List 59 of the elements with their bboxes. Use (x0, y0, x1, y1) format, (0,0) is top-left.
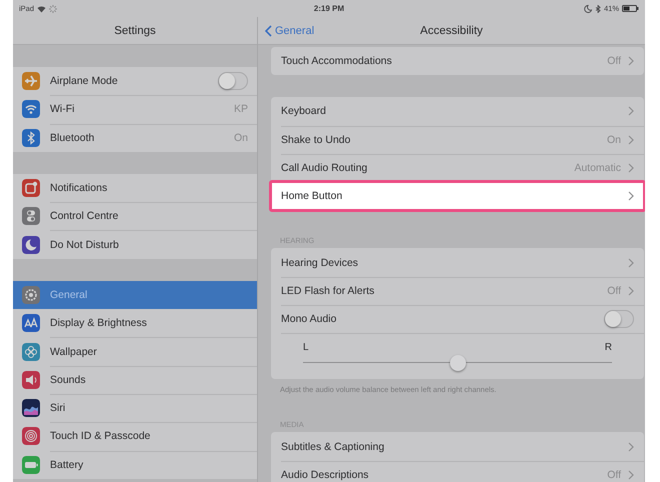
moon-icon (584, 4, 592, 12)
sidebar-item[interactable]: Wallpaper (13, 337, 257, 366)
speaker-icon (22, 370, 40, 389)
chevron-icon (627, 442, 634, 452)
nav-title: Settings (13, 17, 257, 45)
settings-row[interactable]: Keyboard (271, 97, 644, 126)
bluetooth-icon (595, 4, 601, 12)
sidebar-item[interactable]: Touch ID & Passcode (13, 422, 257, 451)
bluetooth-icon (22, 128, 40, 147)
settings-row[interactable]: Mono Audio (271, 305, 644, 334)
right-label: R (604, 342, 612, 353)
back-chevron-icon (265, 24, 272, 36)
settings-row[interactable]: Shake to Undo On (271, 126, 644, 154)
nav-title: Accessibility (420, 24, 483, 36)
settings-row[interactable]: Call Audio Routing Automatic (271, 154, 644, 182)
chevron-icon (627, 258, 634, 268)
sidebar-item[interactable]: Display & Brightness (13, 309, 257, 338)
wifi-icon (37, 4, 46, 12)
clock-time: 2:19 PM (314, 4, 344, 13)
chevron-icon (627, 191, 634, 202)
wave-icon (22, 399, 40, 418)
left-label: L (303, 342, 309, 353)
sidebar-item[interactable]: Do Not Disturb (13, 230, 257, 259)
battery-icon (622, 5, 640, 12)
battery-icon (22, 456, 40, 474)
toggle-switch[interactable] (604, 310, 634, 328)
sidebar-item[interactable]: Siri (13, 394, 257, 422)
chevron-icon (627, 286, 634, 296)
moon-icon (22, 236, 40, 254)
notification-icon (22, 179, 40, 198)
sidebar-item[interactable]: Notifications (13, 174, 257, 202)
toggle-switch[interactable] (218, 72, 248, 90)
settings-row[interactable]: Hearing Devices (271, 248, 644, 277)
flower-icon (22, 342, 40, 361)
sidebar-item[interactable]: Control Centre (13, 202, 257, 230)
chevron-icon (627, 56, 634, 66)
balance-slider[interactable] (303, 354, 612, 371)
text-size-icon (22, 314, 40, 332)
settings-row[interactable]: LED Flash for Alerts Off (271, 276, 644, 306)
settings-row[interactable]: Home Button (271, 182, 644, 210)
chevron-icon (627, 163, 634, 174)
wifi-icon (22, 100, 40, 118)
settings-row[interactable]: Subtitles & Captioning (271, 432, 644, 461)
sidebar-item[interactable]: Bluetooth On (13, 124, 257, 152)
gear-icon (22, 286, 40, 304)
activity-icon (49, 4, 58, 12)
settings-row[interactable]: Touch Accommodations Off (271, 47, 644, 76)
sidebar-item[interactable]: Sounds (13, 366, 257, 394)
chevron-icon (627, 106, 634, 116)
sidebar-item[interactable]: Battery (13, 450, 257, 479)
settings-row[interactable]: Audio Descriptions Off (271, 460, 644, 482)
switches-icon (22, 207, 40, 226)
airplane-icon (22, 72, 40, 90)
chevron-icon (627, 470, 634, 480)
sidebar-item[interactable]: Wi-Fi KP (13, 95, 257, 124)
fingerprint-icon (22, 427, 40, 446)
slider-thumb[interactable] (450, 354, 466, 371)
chevron-icon (627, 134, 634, 145)
sidebar-item[interactable]: Airplane Mode (13, 67, 257, 96)
